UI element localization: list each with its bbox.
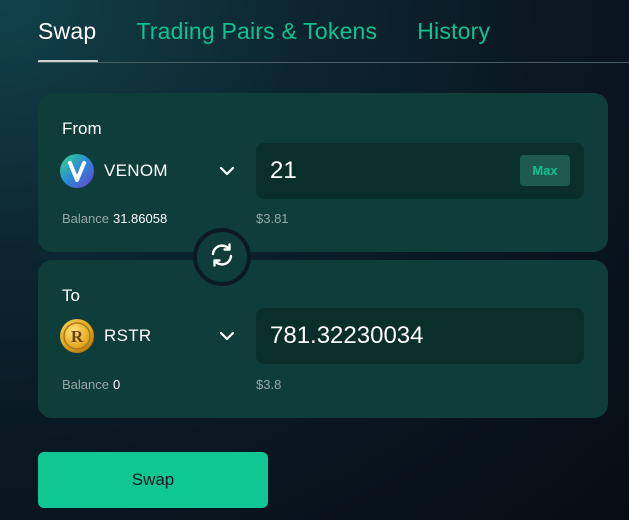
from-balance: Balance 31.86058 <box>62 211 167 226</box>
to-label: To <box>62 286 80 305</box>
to-usd-value: $3.8 <box>256 377 282 392</box>
rstr-coin-icon: R <box>60 319 94 353</box>
tab-divider <box>38 62 629 63</box>
venom-logo-icon <box>60 154 94 188</box>
from-balance-label: Balance <box>62 211 109 226</box>
switch-direction-button[interactable] <box>193 228 251 286</box>
tab-swap[interactable]: Swap <box>38 18 96 55</box>
max-button[interactable]: Max <box>520 155 570 186</box>
to-amount-box <box>256 308 584 364</box>
tab-history[interactable]: History <box>417 18 490 55</box>
from-card: From VENOM Max Balance31.86 <box>38 93 608 252</box>
to-balance-label: Balance <box>62 377 109 392</box>
to-token-symbol: RSTR <box>104 326 152 345</box>
to-balance-value: 0 <box>112 377 121 392</box>
from-amount-input[interactable] <box>270 156 500 186</box>
to-token-selector[interactable]: R RSTR <box>60 318 236 354</box>
chevron-down-icon <box>218 163 236 179</box>
to-card: To R RSTR Balance0 <box>38 260 608 418</box>
from-amount-box: Max <box>256 143 584 199</box>
to-balance: Balance 0 <box>62 377 120 392</box>
svg-text:R: R <box>71 327 84 346</box>
from-usd-value: $3.81 <box>256 211 289 226</box>
chevron-down-icon <box>218 328 236 344</box>
from-token-selector[interactable]: VENOM <box>60 153 236 189</box>
from-label: From <box>62 119 102 138</box>
tab-bar: Swap Trading Pairs & Tokens History <box>38 18 530 55</box>
swap-button[interactable]: Swap <box>38 452 268 508</box>
tab-trading-pairs-tokens[interactable]: Trading Pairs & Tokens <box>136 18 377 55</box>
from-token-symbol: VENOM <box>104 161 168 180</box>
swap-arrows-icon <box>208 241 236 274</box>
from-balance-value: 31.86058 <box>112 211 168 226</box>
to-amount-input[interactable] <box>270 321 500 351</box>
